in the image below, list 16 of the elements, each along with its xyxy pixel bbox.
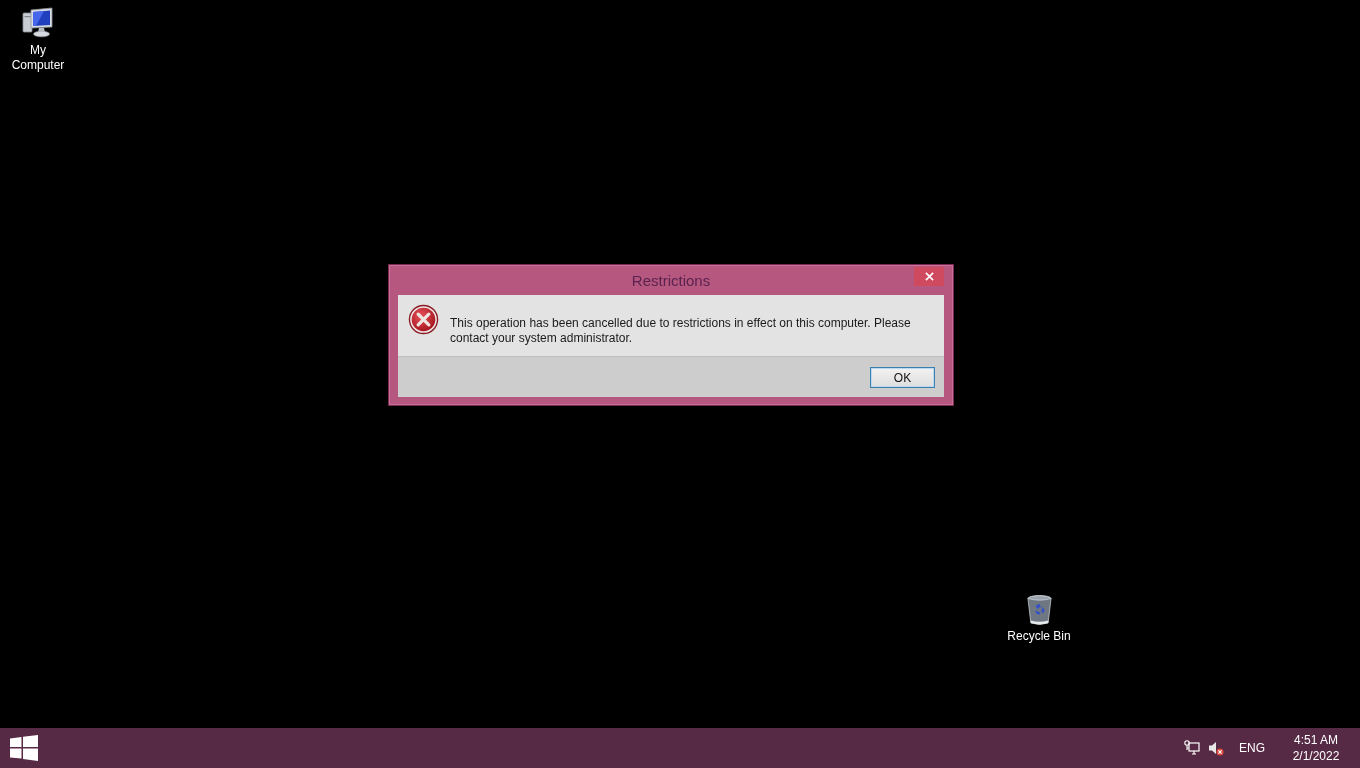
desktop-icon-label[interactable]: Recycle Bin	[1001, 629, 1077, 644]
computer-icon[interactable]	[22, 7, 54, 39]
clock-time[interactable]: 4:51 AM	[1294, 732, 1338, 748]
close-button[interactable]	[914, 267, 944, 286]
volume-icon[interactable]	[1208, 740, 1224, 756]
ok-button[interactable]: OK	[870, 367, 935, 388]
language-indicator[interactable]: ENG	[1239, 741, 1265, 755]
error-message: This operation has been cancelled due to restrictions in effect on this computer. Please contact your system administrator.	[450, 316, 912, 346]
desktop-icon-label[interactable]: My Computer	[7, 43, 69, 73]
error-icon	[408, 304, 439, 335]
clock-date[interactable]: 2/1/2022	[1292, 748, 1340, 764]
windows-logo-icon[interactable]	[10, 735, 38, 761]
network-icon[interactable]	[1184, 740, 1200, 756]
close-icon	[924, 272, 934, 281]
trash-bin-icon[interactable]	[1026, 595, 1052, 626]
dialog-title: Restrictions	[631, 271, 711, 290]
